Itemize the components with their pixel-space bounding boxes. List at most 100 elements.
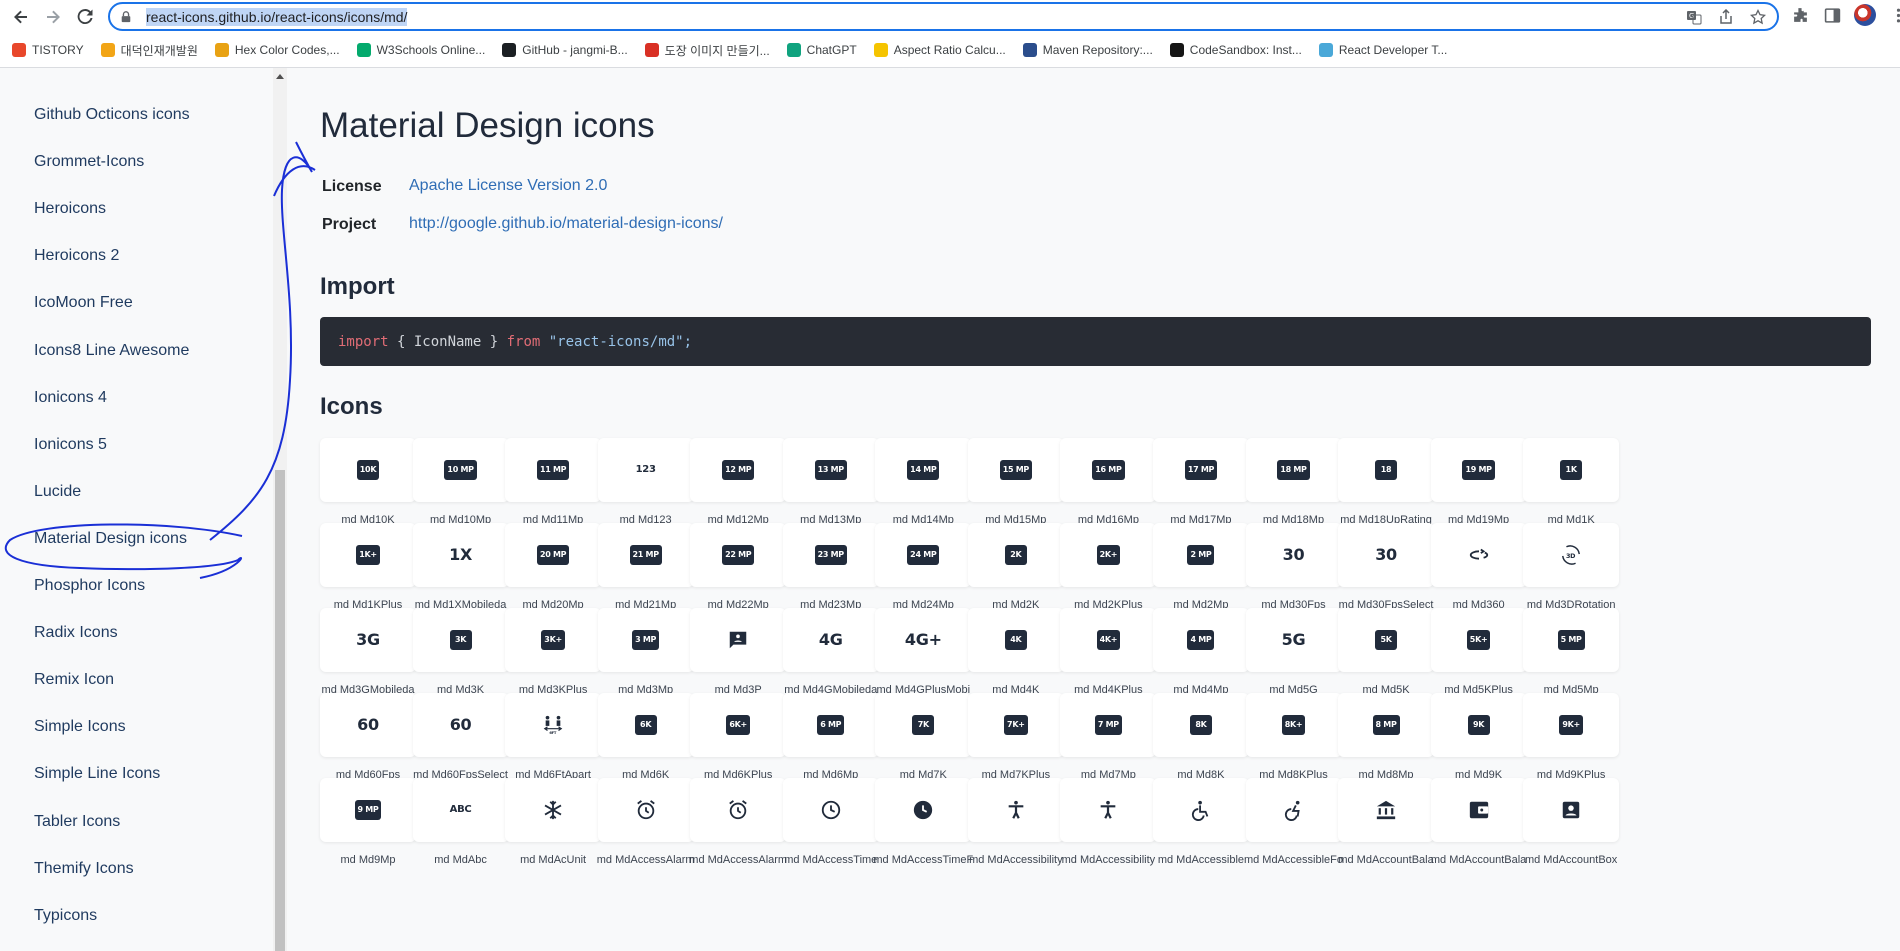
scroll-up-arrow-icon[interactable] (276, 74, 284, 79)
icon-tile[interactable]: 18 MP (1245, 438, 1342, 502)
icon-tile[interactable]: 20 MP (505, 523, 602, 587)
sidebar-item-simple-line-icons[interactable]: Simple Line Icons (34, 765, 160, 783)
import-code-block[interactable]: import { IconName } from "react-icons/md… (320, 317, 1871, 366)
sidebar-item-themify-icons[interactable]: Themify Icons (34, 860, 134, 878)
sidebar-item-lucide[interactable]: Lucide (34, 483, 81, 501)
icon-tile[interactable]: 23 MP (782, 523, 879, 587)
icon-tile[interactable]: 5K (1338, 608, 1435, 672)
icon-tile[interactable]: 4G+ (875, 608, 972, 672)
icon-tile[interactable]: 123 (597, 438, 694, 502)
icon-tile[interactable]: 8K (1152, 693, 1249, 757)
icon-tile[interactable]: 10 MP (412, 438, 509, 502)
icon-tile[interactable]: 6 MP (782, 693, 879, 757)
bookmark-item[interactable]: 대덕인재개발원 (100, 38, 207, 62)
sidebar-item-phosphor-icons[interactable]: Phosphor Icons (34, 577, 145, 595)
bookmark-star-icon[interactable] (1749, 8, 1767, 26)
license-link[interactable]: Apache License Version 2.0 (409, 177, 607, 195)
icon-tile[interactable] (1060, 778, 1157, 842)
icon-tile[interactable]: 3K (412, 608, 509, 672)
icon-tile[interactable] (1338, 778, 1435, 842)
sidebar-item-simple-icons[interactable]: Simple Icons (34, 718, 126, 736)
icon-tile[interactable]: 6K+ (690, 693, 787, 757)
icon-tile[interactable]: 60 (412, 693, 509, 757)
icon-tile[interactable]: 9K (1430, 693, 1527, 757)
sidebar-item-icons8-line-awesome[interactable]: Icons8 Line Awesome (34, 342, 189, 360)
icon-tile[interactable]: 9 MP (320, 778, 416, 842)
icon-tile[interactable]: 4G (782, 608, 879, 672)
sidebar-item-ionicons-4[interactable]: Ionicons 4 (34, 389, 107, 407)
bookmark-item[interactable]: W3Schools Online... (356, 38, 495, 62)
sidebar-item-typicons[interactable]: Typicons (34, 907, 97, 925)
icon-tile[interactable]: 3G (320, 608, 416, 672)
icon-tile[interactable] (597, 778, 694, 842)
icon-tile[interactable]: 14 MP (875, 438, 972, 502)
bookmark-item[interactable]: CodeSandbox: Inst... (1169, 38, 1311, 62)
icon-tile[interactable]: 5G (1245, 608, 1342, 672)
icon-tile[interactable]: 4K (967, 608, 1064, 672)
icon-tile[interactable]: 22 MP (690, 523, 787, 587)
icon-tile[interactable] (967, 778, 1064, 842)
icon-tile[interactable]: 4 MP (1152, 608, 1249, 672)
menu-kebab-icon[interactable] (1888, 4, 1900, 26)
icon-tile[interactable]: 2K+ (1060, 523, 1157, 587)
reload-icon[interactable] (70, 2, 100, 32)
icon-tile[interactable] (1152, 778, 1249, 842)
icon-tile[interactable] (875, 778, 972, 842)
sidebar-item-material-design-icons[interactable]: Material Design icons (34, 530, 187, 548)
icon-tile[interactable] (690, 778, 787, 842)
icon-tile[interactable]: 3 MP (597, 608, 694, 672)
sidebar-item-remix-icon[interactable]: Remix Icon (34, 671, 114, 689)
icon-tile[interactable]: 3D (1523, 523, 1620, 587)
bookmark-item[interactable]: Maven Repository:... (1022, 38, 1162, 62)
sidebar-item-radix-icons[interactable]: Radix Icons (34, 624, 118, 642)
icon-tile[interactable]: 16 MP (1060, 438, 1157, 502)
icon-tile[interactable]: 7K+ (967, 693, 1064, 757)
sidebar-item-github-octicons-icons[interactable]: Github Octicons icons (34, 106, 190, 124)
icon-tile[interactable]: 60 (320, 693, 416, 757)
icon-tile[interactable]: 13 MP (782, 438, 879, 502)
bookmark-item[interactable]: GitHub - jangmi-B... (502, 38, 636, 62)
icon-tile[interactable]: 11 MP (505, 438, 602, 502)
share-icon[interactable] (1717, 8, 1735, 26)
icon-tile[interactable] (1430, 523, 1527, 587)
bookmark-item[interactable]: React Developer T... (1318, 38, 1457, 62)
icon-tile[interactable]: 5 MP (1523, 608, 1620, 672)
icon-tile[interactable]: 6K (597, 693, 694, 757)
forward-icon[interactable] (38, 2, 68, 32)
icon-tile[interactable] (1523, 778, 1620, 842)
icon-tile[interactable] (690, 608, 787, 672)
side-panel-icon[interactable] (1822, 4, 1842, 26)
profile-avatar[interactable] (1854, 4, 1876, 26)
back-icon[interactable] (6, 2, 36, 32)
icon-tile[interactable]: 7K (875, 693, 972, 757)
icon-tile[interactable]: 21 MP (597, 523, 694, 587)
sidebar-item-ionicons-5[interactable]: Ionicons 5 (34, 436, 107, 454)
translate-icon[interactable]: G (1685, 8, 1703, 26)
icon-tile[interactable]: 9K+ (1523, 693, 1620, 757)
sidebar-item-heroicons-2[interactable]: Heroicons 2 (34, 247, 119, 265)
icon-tile[interactable]: 6FT (505, 693, 602, 757)
icon-tile[interactable]: 3K+ (505, 608, 602, 672)
icon-tile[interactable] (505, 778, 602, 842)
extensions-icon[interactable] (1790, 4, 1810, 26)
bookmark-item[interactable]: TISTORY (12, 38, 93, 62)
sidebar-item-icomoon-free[interactable]: IcoMoon Free (34, 294, 133, 312)
sidebar-scroll-thumb[interactable] (275, 470, 285, 951)
project-link[interactable]: http://google.github.io/material-design-… (409, 215, 723, 233)
icon-tile[interactable]: 8K+ (1245, 693, 1342, 757)
icon-tile[interactable]: 15 MP (967, 438, 1064, 502)
bookmark-item[interactable]: Aspect Ratio Calcu... (873, 38, 1015, 62)
sidebar-item-heroicons[interactable]: Heroicons (34, 200, 106, 218)
icon-tile[interactable] (1245, 778, 1342, 842)
icon-tile[interactable] (782, 778, 879, 842)
icon-tile[interactable]: 1K (1523, 438, 1620, 502)
icon-tile[interactable]: 30 (1338, 523, 1435, 587)
icon-tile[interactable]: 4K+ (1060, 608, 1157, 672)
icon-tile[interactable] (1430, 778, 1527, 842)
icon-tile[interactable]: 17 MP (1152, 438, 1249, 502)
icon-tile[interactable]: 8 MP (1338, 693, 1435, 757)
icon-card[interactable]: md MdAccountBox (1523, 778, 1633, 878)
icon-tile[interactable]: 5K+ (1430, 608, 1527, 672)
icon-tile[interactable]: 24 MP (875, 523, 972, 587)
icon-tile[interactable]: 2 MP (1152, 523, 1249, 587)
